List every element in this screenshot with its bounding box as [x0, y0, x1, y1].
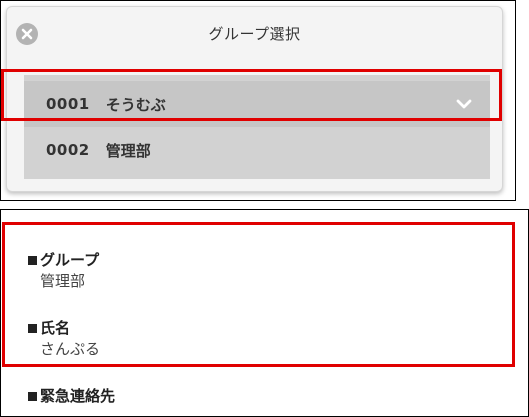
square-bullet-icon: [28, 391, 37, 401]
selected-option-highlight: [1, 69, 502, 121]
modal-header: グループ選択: [7, 7, 502, 59]
close-icon: [21, 28, 33, 40]
modal-title: グループ選択: [208, 24, 301, 43]
group-option-code: 0002: [46, 141, 90, 159]
profile-fields-highlight: [2, 222, 515, 367]
group-option-name: 管理部: [105, 141, 151, 160]
group-option-0002[interactable]: 0002 管理部: [24, 127, 490, 173]
emergency-contact-field: 緊急連絡先: [28, 385, 115, 405]
emergency-label-text: 緊急連絡先: [40, 386, 116, 405]
close-button[interactable]: [16, 23, 38, 45]
emergency-contact-label: 緊急連絡先: [28, 385, 115, 405]
